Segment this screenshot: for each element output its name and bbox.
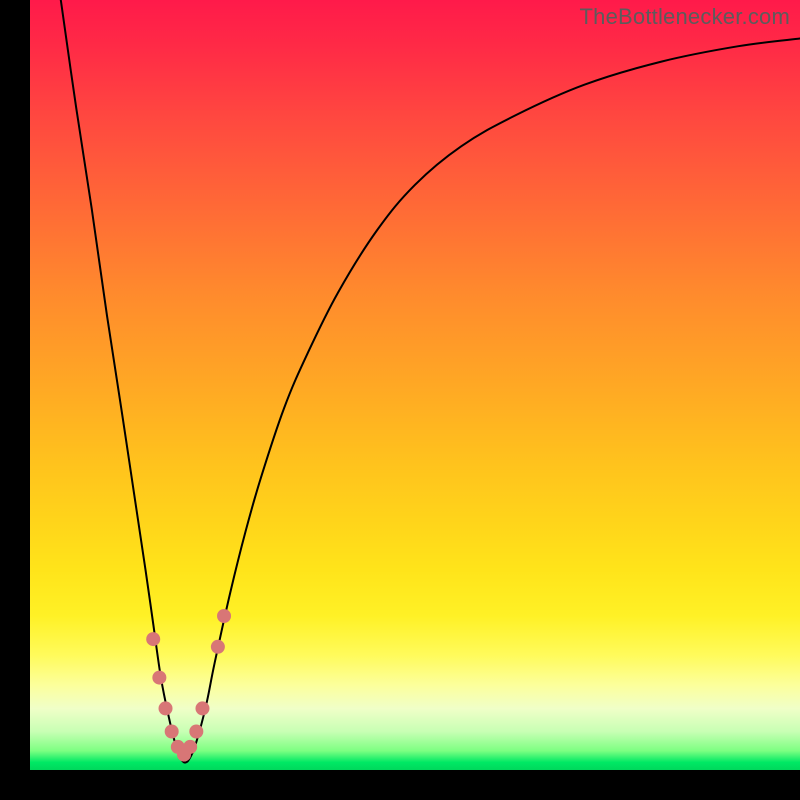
marker-dot	[217, 609, 231, 623]
bottleneck-curve	[61, 0, 800, 763]
marker-dot	[152, 671, 166, 685]
plot-area	[30, 0, 800, 770]
curve-markers	[146, 609, 231, 762]
watermark-text: TheBottlenecker.com	[580, 4, 790, 30]
marker-dot	[211, 640, 225, 654]
curve-overlay	[30, 0, 800, 770]
marker-dot	[183, 740, 197, 754]
marker-dot	[165, 725, 179, 739]
marker-dot	[159, 701, 173, 715]
chart-frame: TheBottlenecker.com	[0, 0, 800, 800]
marker-dot	[189, 725, 203, 739]
marker-dot	[146, 632, 160, 646]
marker-dot	[195, 701, 209, 715]
